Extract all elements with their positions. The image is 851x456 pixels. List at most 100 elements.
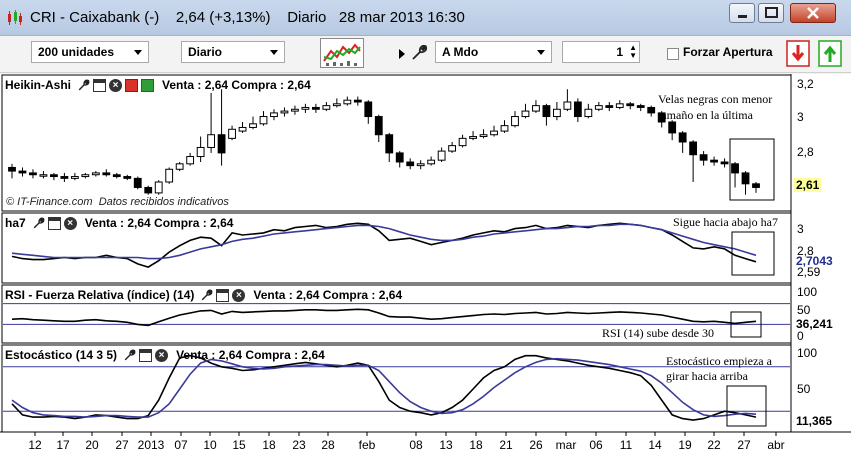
x-tick-label: 10 <box>203 438 217 452</box>
candle-body <box>584 108 593 118</box>
x-tick-label: 20 <box>85 438 99 452</box>
chevron-down-icon <box>134 50 142 55</box>
wrench-icon[interactable] <box>123 349 136 362</box>
y-tick-rsi-0: 100 <box>797 285 818 299</box>
candle-body <box>573 101 582 118</box>
window-icon[interactable] <box>139 348 153 362</box>
spin-arrows-icon[interactable]: ▲ ▼ <box>629 44 637 60</box>
x-tick-label: 26 <box>529 438 543 452</box>
candle-body <box>626 103 635 107</box>
candle-body <box>196 146 205 158</box>
y-tick-stoch-1: 50 <box>797 382 811 396</box>
candle-body <box>374 116 383 136</box>
window-title: CRI - Caixabank (-) 2,64 (+3,13%) Diario… <box>30 9 465 26</box>
annotation-box-ha7 <box>731 231 775 276</box>
maximize-button[interactable] <box>758 3 784 23</box>
annotation-price-line1: Velas negras con menor <box>658 92 773 106</box>
annotation-price-line2: tamaño en la última <box>658 108 753 122</box>
rsi-line <box>11 308 757 327</box>
x-tick-label: 18 <box>262 438 276 452</box>
y-tick-rsi-2: 0 <box>797 329 804 343</box>
candle-body <box>731 163 739 174</box>
x-tick-label: 06 <box>589 438 603 452</box>
buy-small-icon[interactable] <box>141 78 155 92</box>
x-axis-ticks <box>34 432 777 436</box>
candle-body <box>458 137 467 147</box>
order-type-select[interactable]: A Mdo <box>435 41 552 63</box>
close-icon[interactable]: × <box>155 348 169 362</box>
units-value: 200 unidades <box>38 45 115 59</box>
candle-body <box>123 176 132 179</box>
x-tick-label: 12 <box>28 438 42 452</box>
candle-body <box>175 163 184 170</box>
candle-body <box>720 161 729 165</box>
candle-body <box>511 116 519 127</box>
y-tick-stoch-0: 100 <box>797 346 818 360</box>
close-icon[interactable]: × <box>109 78 123 92</box>
close-button[interactable] <box>790 3 836 23</box>
sell-button[interactable] <box>786 40 810 67</box>
candle-body <box>343 99 352 105</box>
wrench-icon[interactable] <box>77 79 90 92</box>
candle-body <box>238 126 247 132</box>
panel-title-price: Heikin-Ashi <box>5 78 72 92</box>
candle-body <box>8 166 16 172</box>
candle-body <box>165 168 174 183</box>
candle-body <box>552 108 561 118</box>
indicator-chart-icon <box>323 43 361 66</box>
credit-source: © IT-Finance.com <box>6 196 93 208</box>
x-tick-label: 11 <box>619 438 633 452</box>
candle-body <box>615 103 624 108</box>
ha7-black-value: 2,59 <box>797 265 821 279</box>
period-select[interactable]: Diario <box>181 41 285 63</box>
wrench-icon[interactable] <box>32 217 45 230</box>
x-tick-label: 18 <box>469 438 483 452</box>
candle-body <box>154 181 163 194</box>
chart-canvas <box>0 74 851 436</box>
candle-body <box>678 132 687 143</box>
minimize-button[interactable] <box>729 3 755 23</box>
candle-body <box>291 108 299 112</box>
candle-body <box>112 174 121 178</box>
forzar-apertura-checkbox[interactable] <box>667 48 679 60</box>
x-tick-label: abr <box>767 438 785 452</box>
maximize-icon <box>765 7 778 18</box>
candle-body <box>521 110 530 118</box>
quantity-value: 1 <box>616 45 623 59</box>
window-icon[interactable] <box>93 78 107 92</box>
panel-quote-rsi: Venta : 2,64 Compra : 2,64 <box>253 288 403 302</box>
sell-small-icon[interactable] <box>125 78 139 92</box>
wrench-icon[interactable] <box>410 44 428 62</box>
chart-area: Heikin-Ashi × Venta : 2,64 Compra : 2,64… <box>0 74 851 456</box>
close-icon[interactable]: × <box>63 216 77 230</box>
candle-body <box>636 105 645 108</box>
quantity-stepper[interactable]: 1 ▲ ▼ <box>562 41 640 63</box>
period-value: Diario <box>188 45 223 59</box>
candle-body <box>479 134 488 138</box>
candle-body <box>448 145 457 152</box>
y-tick-ha7-0: 3 <box>797 222 804 236</box>
panel-title-rsi: RSI - Fuerza Relativa (índice) (14) <box>5 288 195 302</box>
chart-type-button[interactable] <box>320 38 364 68</box>
title-bar: CRI - Caixabank (-) 2,64 (+3,13%) Diario… <box>0 0 851 36</box>
candlestick-app-icon <box>8 10 22 25</box>
forzar-apertura-label: Forzar Apertura <box>683 45 773 59</box>
candle-body <box>81 174 90 178</box>
close-icon[interactable]: × <box>232 288 246 302</box>
data-credit: © IT-Finance.com Datos recibidos indicat… <box>6 196 229 208</box>
buy-button[interactable] <box>818 40 842 67</box>
candle-body <box>710 159 718 163</box>
annotation-rsi: RSI (14) sube desde 30 <box>602 326 714 340</box>
panel-header-ha7: ha7 × Venta : 2,64 Compra : 2,64 <box>5 215 233 231</box>
window-icon[interactable] <box>47 216 61 230</box>
x-tick-label: 28 <box>321 438 335 452</box>
candle-body <box>385 134 394 154</box>
panel-title-ha7: ha7 <box>5 216 26 230</box>
candle-body <box>270 112 278 118</box>
wrench-icon[interactable] <box>200 289 213 302</box>
candle-body <box>29 172 37 176</box>
rsi-lines <box>3 303 790 327</box>
window-icon[interactable] <box>216 288 230 302</box>
units-select[interactable]: 200 unidades <box>31 41 149 63</box>
candle-body <box>186 156 195 165</box>
